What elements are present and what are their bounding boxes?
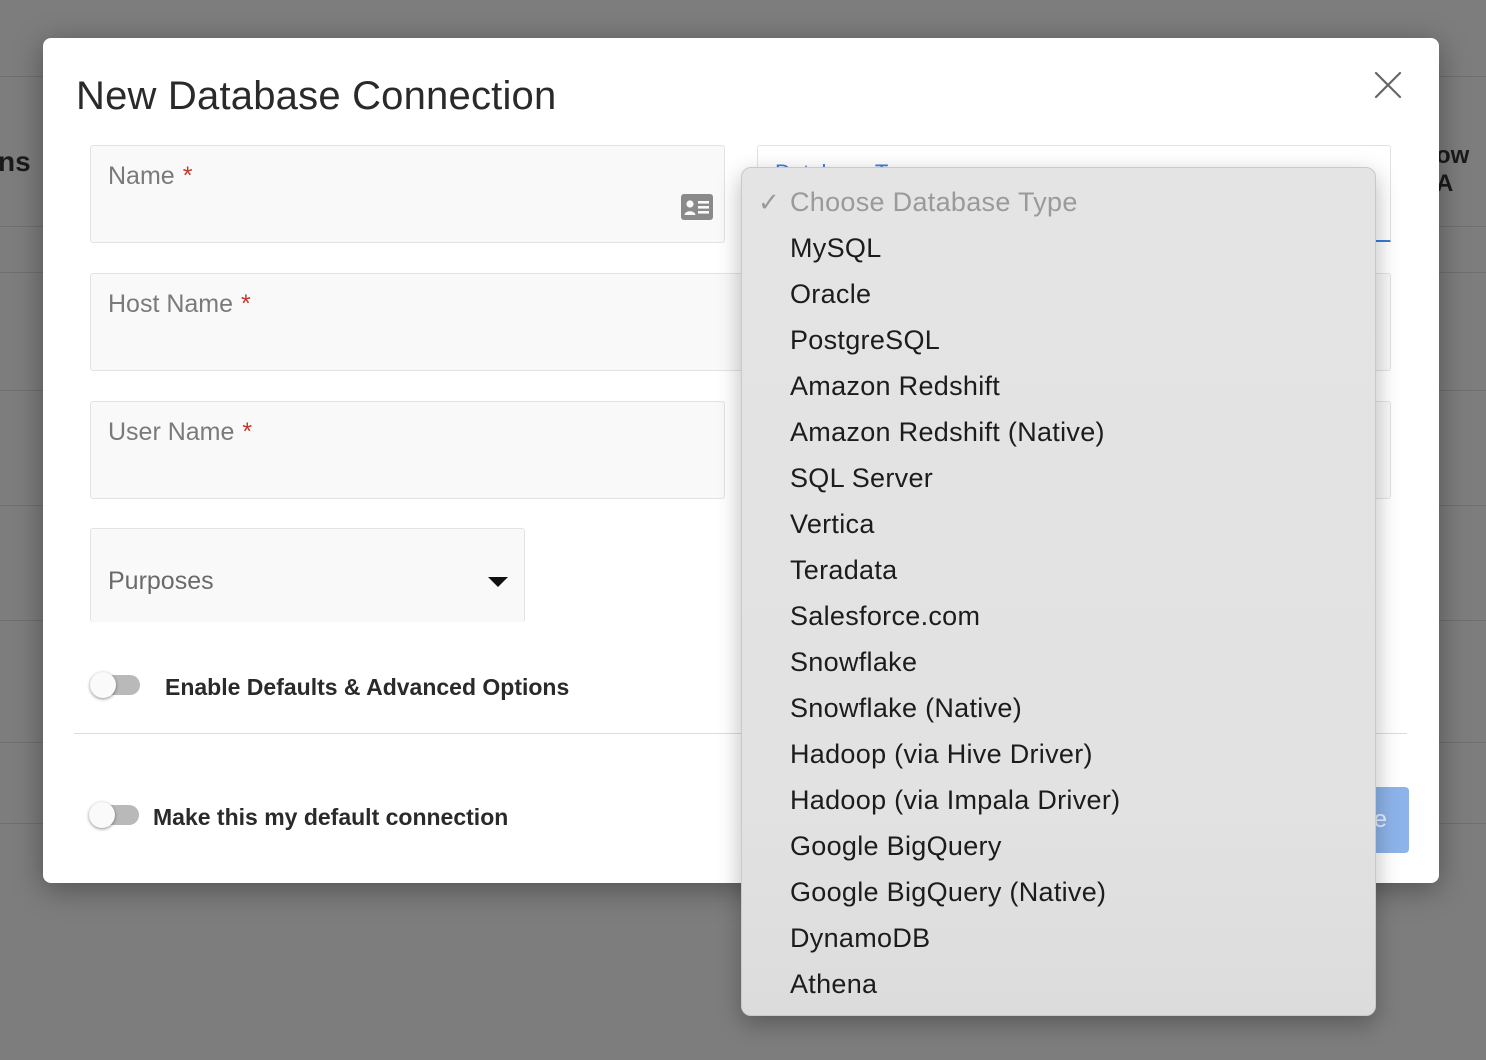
bg-column-header-left: ns <box>0 146 31 177</box>
dropdown-option[interactable]: Snowflake (Native) <box>742 685 1375 731</box>
advanced-options-label: Enable Defaults & Advanced Options <box>165 674 570 700</box>
dropdown-option[interactable]: DynamoDB <box>742 915 1375 961</box>
default-connection-label: Make this my default connection <box>153 804 509 830</box>
dropdown-option[interactable]: Oracle <box>742 271 1375 317</box>
dropdown-option-placeholder[interactable]: ✓ Choose Database Type <box>742 179 1375 225</box>
dropdown-option[interactable]: Amazon Redshift (Native) <box>742 409 1375 455</box>
host-name-field-label: Host Name * <box>108 290 251 318</box>
bg-divider <box>0 226 43 227</box>
bg-divider <box>0 505 43 506</box>
advanced-options-toggle[interactable] <box>90 672 140 698</box>
bg-column-header-right: ow A <box>1436 142 1470 197</box>
toggle-knob <box>89 802 115 828</box>
bg-divider <box>1439 390 1486 391</box>
purposes-select[interactable]: Purposes <box>90 528 525 622</box>
dropdown-option[interactable]: MySQL <box>742 225 1375 271</box>
name-field-label: Name * <box>108 162 193 190</box>
purposes-label: Purposes <box>108 567 214 595</box>
bg-divider <box>1439 272 1486 273</box>
required-marker: * <box>182 162 193 190</box>
checkmark-icon: ✓ <box>758 187 781 217</box>
user-name-field[interactable]: User Name * <box>90 401 725 499</box>
modal-title: New Database Connection <box>76 74 557 118</box>
database-type-dropdown[interactable]: ✓ Choose Database Type MySQL Oracle PostgreS… <box>741 167 1376 1016</box>
bg-divider <box>0 620 43 621</box>
dropdown-option[interactable]: Hadoop (via Hive Driver) <box>742 731 1375 777</box>
dropdown-option-label: Choose Database Type <box>790 187 1078 217</box>
default-connection-toggle[interactable] <box>89 802 139 828</box>
dropdown-option[interactable]: Teradata <box>742 547 1375 593</box>
dropdown-option[interactable]: Snowflake <box>742 639 1375 685</box>
toggle-knob <box>90 672 116 698</box>
bg-divider <box>0 272 43 273</box>
bg-divider <box>1439 76 1486 77</box>
caret-down-icon <box>488 577 508 587</box>
dropdown-option[interactable]: Amazon Redshift <box>742 363 1375 409</box>
user-name-field-label: User Name * <box>108 418 253 446</box>
close-icon <box>1374 71 1402 99</box>
dropdown-option[interactable]: Hadoop (via Impala Driver) <box>742 777 1375 823</box>
id-card-icon[interactable] <box>680 192 714 222</box>
bg-divider <box>0 390 43 391</box>
close-button[interactable] <box>1371 68 1405 102</box>
dropdown-option[interactable]: SQL Server <box>742 455 1375 501</box>
bg-divider <box>0 76 43 77</box>
dropdown-option[interactable]: Athena <box>742 961 1375 1007</box>
bg-divider <box>1439 620 1486 621</box>
dropdown-option[interactable]: Google BigQuery <box>742 823 1375 869</box>
dropdown-option[interactable]: Google BigQuery (Native) <box>742 869 1375 915</box>
bg-divider <box>0 823 43 824</box>
bg-divider <box>1439 505 1486 506</box>
dropdown-option[interactable]: PostgreSQL <box>742 317 1375 363</box>
required-marker: * <box>242 418 253 446</box>
dropdown-option[interactable]: Vertica <box>742 501 1375 547</box>
bg-divider <box>0 742 43 743</box>
bg-divider <box>1439 823 1486 824</box>
name-field[interactable]: Name * <box>90 145 725 243</box>
dropdown-option[interactable]: Salesforce.com <box>742 593 1375 639</box>
bg-divider <box>1439 226 1486 227</box>
bg-divider <box>1439 742 1486 743</box>
required-marker: * <box>241 290 251 318</box>
